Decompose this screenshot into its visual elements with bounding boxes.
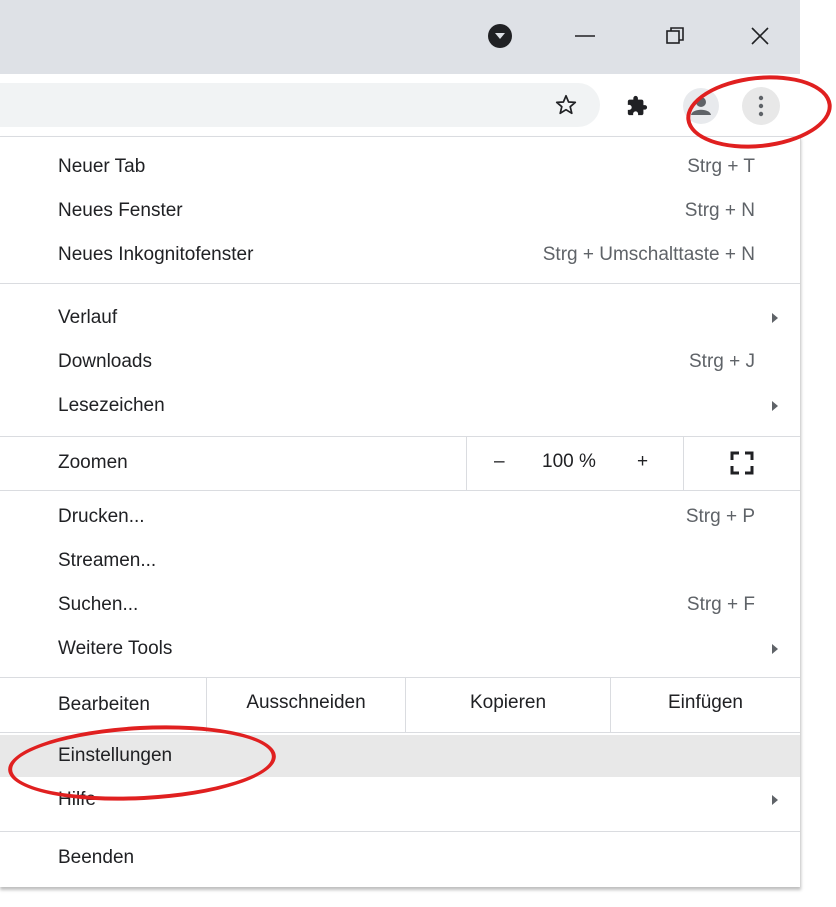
menu-item-shortcut: Strg + F (686, 594, 755, 615)
menu-item-label: Neues Fenster (58, 200, 183, 221)
restore-button[interactable] (655, 16, 695, 56)
paste-button[interactable]: Einfügen (611, 692, 800, 714)
menu-divider (0, 283, 800, 284)
minimize-button[interactable] (565, 16, 605, 56)
menu-divider (0, 831, 800, 832)
title-bar (0, 0, 800, 74)
menu-item-label: Suchen... (58, 594, 139, 615)
menu-item-new-incognito-window[interactable]: Neues Inkognitofenster Strg + Umschaltta… (0, 234, 800, 276)
copy-button[interactable]: Kopieren (406, 692, 610, 714)
menu-item-new-tab[interactable]: Neuer Tab Strg + T (0, 146, 800, 188)
menu-divider (0, 490, 800, 491)
menu-item-label: Bearbeiten (58, 694, 150, 715)
menu-item-bookmarks[interactable]: Lesezeichen (0, 385, 800, 427)
menu-divider (0, 677, 800, 678)
menu-divider (0, 136, 800, 137)
menu-item-label: Neues Inkognitofenster (58, 244, 254, 265)
zoom-out-button[interactable]: – (494, 451, 505, 473)
menu-item-label: Drucken... (58, 506, 145, 527)
menu-divider (0, 436, 800, 437)
menu-item-exit[interactable]: Beenden (0, 837, 800, 879)
menu-item-shortcut: Strg + J (689, 351, 755, 372)
menu-item-shortcut: Strg + N (684, 200, 755, 221)
submenu-arrow-icon (772, 401, 778, 411)
menu-item-cast[interactable]: Streamen... (0, 540, 800, 582)
menu-item-downloads[interactable]: Downloads Strg + J (0, 341, 800, 383)
submenu-arrow-icon (772, 644, 778, 654)
menu-item-shortcut: Strg + T (687, 156, 755, 177)
menu-item-label: Streamen... (58, 550, 157, 571)
puzzle-icon[interactable] (620, 89, 654, 123)
minimize-icon (575, 35, 595, 37)
menu-item-label: Zoomen (58, 452, 128, 473)
address-bar[interactable] (0, 83, 600, 127)
menu-item-label: Downloads (58, 351, 152, 372)
menu-item-more-tools[interactable]: Weitere Tools (0, 628, 800, 670)
menu-item-label: Beenden (58, 847, 135, 868)
restore-icon (666, 27, 684, 44)
close-button[interactable] (740, 16, 780, 56)
zoom-level: 100 % (542, 451, 596, 472)
menu-item-shortcut: Strg + Umschalttaste + N (542, 244, 755, 265)
star-icon[interactable] (548, 87, 584, 123)
close-icon (751, 27, 769, 45)
zoom-divider (466, 436, 467, 490)
fullscreen-icon[interactable] (728, 449, 756, 477)
menu-item-new-window[interactable]: Neues Fenster Strg + N (0, 190, 800, 232)
menu-item-label: Neuer Tab (58, 156, 146, 177)
menu-item-find[interactable]: Suchen... Strg + F (0, 584, 800, 626)
menu-item-print[interactable]: Drucken... Strg + P (0, 496, 800, 538)
zoom-divider (683, 436, 684, 490)
menu-item-label: Lesezeichen (58, 395, 165, 416)
menu-item-history[interactable]: Verlauf (0, 297, 800, 339)
submenu-arrow-icon (772, 795, 778, 805)
menu-item-label: Verlauf (58, 307, 118, 328)
submenu-arrow-icon (772, 313, 778, 323)
zoom-in-button[interactable]: + (637, 451, 648, 473)
browser-toolbar (0, 74, 800, 136)
menu-item-shortcut: Strg + P (685, 506, 755, 527)
menu-item-label: Weitere Tools (58, 638, 173, 659)
cut-button[interactable]: Ausschneiden (207, 692, 405, 714)
dropdown-circle-icon[interactable] (480, 16, 520, 56)
menu-item-zoom: Zoomen (0, 442, 800, 484)
